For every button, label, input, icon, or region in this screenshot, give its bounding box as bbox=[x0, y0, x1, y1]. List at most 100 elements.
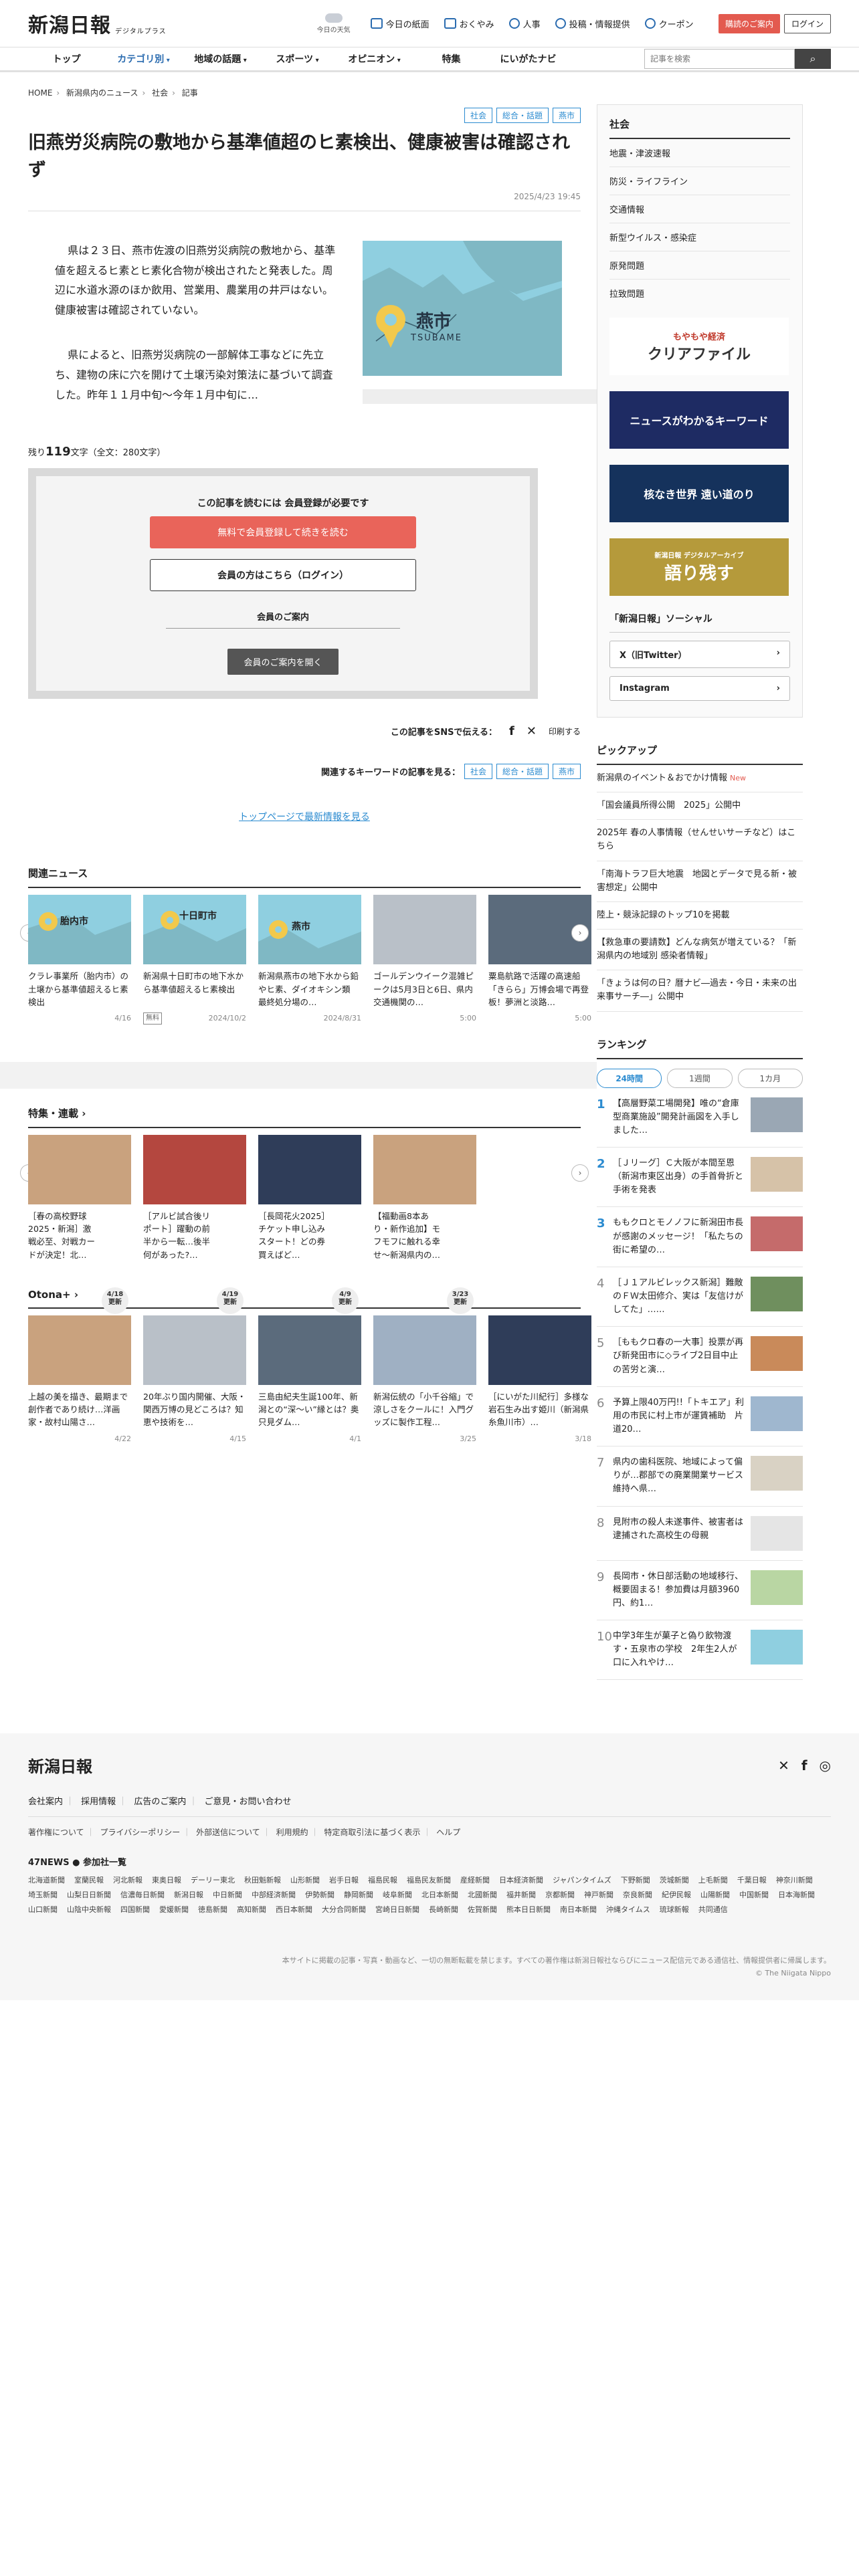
partner-paper-link[interactable]: 福井新聞 bbox=[506, 1889, 536, 1900]
weather-widget[interactable]: 今日の天気 bbox=[317, 13, 351, 34]
related-card[interactable]: 燕市 新潟県燕市の地下水から鉛やヒ素、ダイオキシン類 最終処分場の… 2024/… bbox=[258, 895, 361, 1025]
nav-category[interactable]: カテゴリ別 bbox=[105, 52, 182, 66]
x-icon[interactable]: ✕ bbox=[527, 724, 537, 738]
search-icon[interactable]: ⌕ bbox=[795, 49, 831, 69]
partner-paper-link[interactable]: 千葉日報 bbox=[737, 1874, 767, 1885]
pickup-item[interactable]: 新潟県のイベント＆おでかけ情報 New bbox=[597, 765, 803, 793]
facebook-icon[interactable]: f bbox=[509, 724, 514, 738]
partner-paper-link[interactable]: 産経新聞 bbox=[460, 1874, 490, 1885]
category-item[interactable]: 原発問題 bbox=[609, 251, 790, 280]
facebook-icon[interactable]: f bbox=[801, 1757, 807, 1774]
ranking-item[interactable]: 1 【高層野菜工場開発】唯の“倉庫型商業施設”開発計画図を入手しました… bbox=[597, 1088, 803, 1148]
feature-card[interactable]: 【福動画8本あり・新作追加】モフモフに触れる幸せ〜新潟県内の… 3/23 更新 bbox=[373, 1134, 476, 1314]
otona-card[interactable]: 上越の美を描き、最期まで創作者であり続け…洋画家・故村山陽さ… 4/22 bbox=[28, 1315, 131, 1444]
partner-paper-link[interactable]: 神奈川新聞 bbox=[776, 1874, 813, 1885]
partner-paper-link[interactable]: デーリー東北 bbox=[191, 1874, 235, 1885]
kw-society[interactable]: 社会 bbox=[464, 764, 492, 780]
partner-paper-link[interactable]: 日本海新聞 bbox=[778, 1889, 815, 1900]
partner-paper-link[interactable]: 佐賀新聞 bbox=[468, 1904, 497, 1915]
tag-society[interactable]: 社会 bbox=[464, 108, 492, 123]
pickup-item[interactable]: 「きょうは何の日？暦ナビ―過去・今日・未来の出来事サーチ―」公開中 bbox=[597, 970, 803, 1012]
partner-paper-link[interactable]: 山形新聞 bbox=[290, 1874, 320, 1885]
ranking-item[interactable]: 5 ［ももクロ春の一大事］投票が再び新発田市に◇ライブ2日目中止の苦労と演… bbox=[597, 1327, 803, 1387]
footer-link[interactable]: 著作権について bbox=[28, 1826, 94, 1838]
partner-paper-link[interactable]: 四国新聞 bbox=[120, 1904, 150, 1915]
partner-paper-link[interactable]: 茨城新聞 bbox=[660, 1874, 689, 1885]
partner-paper-link[interactable]: 静岡新聞 bbox=[344, 1889, 373, 1900]
back-to-top-link[interactable]: トップページで最新情報を見る bbox=[28, 810, 581, 823]
partner-paper-link[interactable]: 山梨日日新聞 bbox=[67, 1889, 111, 1900]
partner-paper-link[interactable]: 福島民友新聞 bbox=[407, 1874, 451, 1885]
partner-paper-link[interactable]: 沖縄タイムス bbox=[606, 1904, 650, 1915]
pickup-item[interactable]: 【救急車の要請数】どんな病気が増えている？「新潟県内の地域別 感染者情報」 bbox=[597, 930, 803, 971]
partner-paper-link[interactable]: 北國新聞 bbox=[468, 1889, 497, 1900]
partner-paper-link[interactable]: 室蘭民報 bbox=[74, 1874, 104, 1885]
otona-card[interactable]: 新潟伝統の「小千谷縮」で涼しさをクールに！入門グッズに製作工程… 3/25 bbox=[373, 1315, 476, 1444]
feature-card[interactable]: ［アルビ試合後リポート］躍動の前半から一転…後半何があった?… 4/19 更新 bbox=[143, 1134, 246, 1314]
partner-paper-link[interactable]: 上毛新聞 bbox=[698, 1874, 728, 1885]
x-icon[interactable]: ✕ bbox=[778, 1757, 789, 1774]
footer-logo[interactable]: 新潟日報 bbox=[28, 1753, 92, 1777]
pickup-item[interactable]: 陸上・競泳記録のトップ10を掲載 bbox=[597, 902, 803, 930]
link-todays-paper[interactable]: 今日の紙面 bbox=[370, 17, 430, 30]
pickup-item[interactable]: 「国会議員所得公開 2025」公開中 bbox=[597, 792, 803, 821]
carousel-next-icon[interactable]: › bbox=[571, 1164, 589, 1182]
banner-clearfile[interactable]: もやもや経済 クリアファイル bbox=[609, 318, 789, 375]
free-signup-button[interactable]: 無料で会員登録して続きを読む bbox=[150, 516, 416, 549]
partner-paper-link[interactable]: 大分合同新聞 bbox=[322, 1904, 366, 1915]
otona-card[interactable]: 三島由紀夫生誕100年、新潟との“深〜い”縁とは？奥只見ダム… 4/1 bbox=[258, 1315, 361, 1444]
partner-paper-link[interactable]: 南日本新聞 bbox=[560, 1904, 597, 1915]
category-item[interactable]: 新型ウイルス・感染症 bbox=[609, 223, 790, 251]
footer-link[interactable]: 利用規約 bbox=[276, 1826, 319, 1838]
ranking-item[interactable]: 9 長岡市・休日部活動の地域移行、概要固まる！参加費は月額3960円、約1… bbox=[597, 1561, 803, 1620]
carousel-next-icon[interactable]: › bbox=[571, 924, 589, 942]
footer-link[interactable]: ご意見・お問い合わせ bbox=[204, 1794, 291, 1807]
nav-niigata-navi[interactable]: にいがたナビ bbox=[490, 52, 567, 66]
partner-paper-link[interactable]: 伊勢新聞 bbox=[305, 1889, 335, 1900]
nav-sports[interactable]: スポーツ bbox=[259, 52, 336, 66]
footer-link[interactable]: ヘルプ bbox=[436, 1826, 460, 1838]
feature-card[interactable]: ［春の高校野球2025・新潟］激戦必至、対戦カードが決定！北… 4/18 更新 bbox=[28, 1134, 131, 1314]
search-input[interactable] bbox=[644, 49, 795, 69]
nav-top[interactable]: トップ bbox=[28, 52, 105, 66]
banner-archive[interactable]: 新潟日報 デジタルアーカイブ 語り残す bbox=[609, 538, 789, 596]
partner-paper-link[interactable]: ジャパンタイムズ bbox=[553, 1874, 611, 1885]
partner-paper-link[interactable]: 下野新聞 bbox=[621, 1874, 650, 1885]
site-logo[interactable]: 新潟日報 デジタルプラス bbox=[28, 9, 167, 38]
kw-general[interactable]: 総合・話題 bbox=[496, 764, 549, 780]
partner-paper-link[interactable]: 紀伊民報 bbox=[662, 1889, 691, 1900]
ranking-item[interactable]: 6 予算上限40万円!!「トキエア」利用の市民に村上市が運賃補助 片道20… bbox=[597, 1387, 803, 1447]
feature-card[interactable]: ［長岡花火2025］チケット申し込みスタート！どの券買えばど… 4/9 更新 bbox=[258, 1134, 361, 1314]
category-item[interactable]: 防災・ライフライン bbox=[609, 167, 790, 195]
category-item[interactable]: 拉致問題 bbox=[609, 280, 790, 307]
link-submit[interactable]: 投稿・情報提供 bbox=[555, 17, 630, 30]
ranking-item[interactable]: 4 ［Ｊ１アルビレックス新潟］難敵のＦＷ太田修介、実は「友信けがしてた」…… bbox=[597, 1267, 803, 1327]
link-coupon[interactable]: クーポン bbox=[644, 17, 694, 30]
partner-paper-link[interactable]: 琉球新報 bbox=[660, 1904, 689, 1915]
ranking-item[interactable]: 2 ［Ｊリーグ］Ｃ大阪が本間至恩（新潟市東区出身）の手首骨折と手術を発表 bbox=[597, 1148, 803, 1208]
partner-paper-link[interactable]: 共同通信 bbox=[698, 1904, 728, 1915]
footer-link[interactable]: 外部送信について bbox=[196, 1826, 270, 1838]
partner-paper-link[interactable]: 岩手日報 bbox=[329, 1874, 359, 1885]
partner-paper-link[interactable]: 秋田魁新報 bbox=[244, 1874, 281, 1885]
partner-paper-link[interactable]: 中国新聞 bbox=[739, 1889, 769, 1900]
partner-paper-link[interactable]: 岐阜新聞 bbox=[383, 1889, 412, 1900]
print-button[interactable]: 印刷する bbox=[549, 726, 581, 737]
partner-paper-link[interactable]: 高知新聞 bbox=[237, 1904, 266, 1915]
features-title[interactable]: 特集・連載 bbox=[28, 1106, 581, 1128]
partner-paper-link[interactable]: 新潟日報 bbox=[174, 1889, 203, 1900]
member-guide-button[interactable]: 会員のご案内を開く bbox=[227, 649, 339, 675]
crumb-niigata-news[interactable]: 新潟県内のニュース bbox=[66, 88, 138, 98]
partner-paper-link[interactable]: 西日本新聞 bbox=[276, 1904, 312, 1915]
link-personnel[interactable]: 人事 bbox=[508, 17, 541, 30]
partner-paper-link[interactable]: 京都新聞 bbox=[545, 1889, 575, 1900]
otona-card[interactable]: 20年ぶり国内開催、大阪・関西万博の見どころは？知恵や技術を… 4/15 bbox=[143, 1315, 246, 1444]
partner-paper-link[interactable]: 山陽新聞 bbox=[700, 1889, 730, 1900]
tab-1week[interactable]: 1週間 bbox=[667, 1068, 733, 1088]
tag-general[interactable]: 総合・話題 bbox=[496, 108, 549, 123]
pickup-item[interactable]: 「南海トラフ巨大地震 地図とデータで見る新・被害想定」公開中 bbox=[597, 861, 803, 902]
footer-link[interactable]: 会社案内 bbox=[28, 1794, 74, 1807]
partner-paper-link[interactable]: 神戸新聞 bbox=[584, 1889, 613, 1900]
partner-paper-link[interactable]: 熊本日日新聞 bbox=[506, 1904, 551, 1915]
otona-card[interactable]: ［にいがた川紀行］多様な岩石生み出す姫川（新潟県糸魚川市）… 3/18 bbox=[488, 1315, 591, 1444]
